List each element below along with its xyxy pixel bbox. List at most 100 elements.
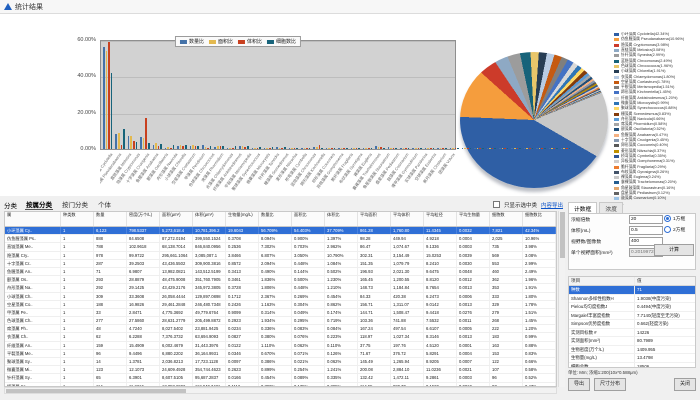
size-distribution-button[interactable]: 尺寸分布 bbox=[594, 378, 626, 391]
bar-group bbox=[140, 41, 149, 149]
result-row[interactable]: 生物量(mg/L)13.4798 bbox=[569, 354, 695, 363]
scrollbar-thumb[interactable] bbox=[560, 212, 565, 258]
table-cell: 0.380% bbox=[259, 333, 292, 340]
table-cell: 隐藻属 Cry.. bbox=[5, 252, 61, 259]
show-only-checkbox[interactable] bbox=[493, 201, 500, 208]
table-cell: 1.91% bbox=[523, 284, 556, 291]
bar bbox=[536, 148, 538, 149]
bar bbox=[153, 145, 155, 149]
result-value: 80.7989 bbox=[635, 337, 695, 345]
table-cell: 0.0007 bbox=[457, 358, 490, 365]
table-cell: 2.367% bbox=[259, 293, 292, 300]
bar bbox=[247, 146, 249, 149]
table-cell: 1 bbox=[61, 317, 94, 324]
radio-icon[interactable] bbox=[664, 226, 671, 233]
radio-option[interactable]: 2方框 bbox=[664, 226, 694, 233]
table-row[interactable]: 色球藻属 Ch..127727.586028,631.2779205,499.8… bbox=[5, 317, 556, 325]
legend-swatch-icon bbox=[614, 176, 619, 179]
result-row[interactable]: 细胞总数18506 bbox=[569, 363, 695, 369]
table-row[interactable]: 颤藻属 Os..129328.887948,475.9008351,760.79… bbox=[5, 276, 556, 284]
bar bbox=[190, 146, 192, 149]
legend-swatch-icon bbox=[614, 44, 619, 47]
bar bbox=[217, 146, 219, 149]
bar bbox=[272, 147, 274, 149]
table-row[interactable]: 纤维藻属 An..115915.49096,002.467931,443.397… bbox=[5, 342, 556, 350]
table-cell: 497.54 bbox=[391, 325, 424, 332]
bar bbox=[254, 148, 256, 149]
table-row[interactable]: 隐藻属 Cry..197899.9722295,661.10643,085,08… bbox=[5, 252, 556, 260]
radio-option[interactable]: 1方框 bbox=[664, 215, 694, 222]
close-button[interactable]: 关闭 bbox=[674, 378, 696, 391]
result-item: Simpson优势度指数 bbox=[569, 320, 635, 328]
show-only-label: 只显示选中类 bbox=[504, 201, 537, 209]
table-cell: 1 bbox=[61, 333, 94, 340]
table-row[interactable]: 直链藻属 Me..1788102.961868,138.7014846,840.… bbox=[5, 243, 556, 251]
tab-按属分类[interactable]: 按属分类 bbox=[25, 199, 53, 210]
bar bbox=[264, 148, 266, 149]
bar bbox=[133, 141, 135, 149]
calculate-button[interactable]: 计算 bbox=[654, 244, 694, 256]
table-cell: 293 bbox=[94, 276, 127, 283]
table-row[interactable]: 小环藻属 Cy..16,123798.53375,273,618.410,781… bbox=[5, 227, 556, 235]
bar bbox=[507, 148, 509, 149]
result-row[interactable]: 生物密度(万个/L)1409.955 bbox=[569, 346, 695, 355]
radio-icon[interactable] bbox=[664, 215, 671, 222]
panel-tab-浓度[interactable]: 浓度 bbox=[599, 202, 623, 213]
legend-label: 隐藻属 Cryptomonas(3.98%) bbox=[621, 43, 669, 48]
table-row[interactable]: 空星藻属 Co..118816.982629,461.2848246,480.7… bbox=[5, 301, 556, 309]
result-row[interactable]: Margalef丰富度指数7.7140(轻度至无污染) bbox=[569, 312, 695, 321]
result-row[interactable]: 实测面积(mm²)80.7989 bbox=[569, 337, 695, 346]
content-export-link[interactable]: 内容导出 bbox=[541, 201, 563, 209]
legend-swatch-icon bbox=[614, 181, 619, 184]
result-row[interactable]: 实测目标数 #14226 bbox=[569, 329, 695, 338]
table-row[interactable]: 甲藻属 Pe..1332.84714,775.369249,779.67640.… bbox=[5, 309, 556, 317]
bar bbox=[393, 148, 395, 149]
table-row[interactable]: 十字藻属 Cr..128739.250343,436.5502309,900.3… bbox=[5, 260, 556, 268]
table-row[interactable]: 衣藻属 Ch..1626.22887,376.373263,694.90930.… bbox=[5, 333, 556, 341]
scrollbar-thumb[interactable] bbox=[6, 389, 186, 393]
result-value: 0.4494(中度污染) bbox=[635, 303, 695, 311]
result-value: 18506 bbox=[635, 363, 695, 369]
tab-按门分类[interactable]: 按门分类 bbox=[61, 199, 89, 210]
table-vertical-scrollbar[interactable] bbox=[558, 211, 565, 387]
table-row[interactable]: 席藻属 Ph..1484.72408,027.540223,881.94250.… bbox=[5, 325, 556, 333]
result-row[interactable]: Pielou均匀度指数J0.4494(中度污染) bbox=[569, 303, 695, 312]
table-cell: 1.836% bbox=[259, 276, 292, 283]
bar bbox=[519, 148, 521, 149]
table-cell: 2.49% bbox=[523, 268, 556, 275]
field-input[interactable]: 0.5 bbox=[629, 226, 663, 235]
column-header: 平均粒径 bbox=[424, 212, 457, 226]
table-cell: 87,272.0194 bbox=[160, 235, 193, 242]
result-row[interactable]: Simpson优势度指数0.662(轻度污染) bbox=[569, 320, 695, 329]
table-cell: 0.0004 bbox=[457, 235, 490, 242]
panel-tab-计数框[interactable]: 计数框 bbox=[568, 202, 597, 213]
bar-group bbox=[524, 41, 533, 149]
tab-个体[interactable]: 个体 bbox=[97, 199, 112, 210]
export-button[interactable]: 导出 bbox=[568, 378, 590, 391]
column-header: 面积比 bbox=[292, 212, 325, 226]
bar bbox=[346, 148, 348, 149]
table-cell: 9.6475 bbox=[424, 268, 457, 275]
result-row[interactable]: 种数71 bbox=[569, 286, 695, 295]
table-cell: 0.0005 bbox=[457, 325, 490, 332]
legend-swatch-icon bbox=[238, 40, 245, 44]
table-row[interactable]: 针杆藻属 Sy..1656.39018,607.510595,687.28370… bbox=[5, 374, 556, 382]
table-row[interactable]: 微囊藻属 Mi..112312.107324,609.4928354,744.4… bbox=[5, 366, 556, 374]
result-row[interactable]: Shannon多样性指数H1.9038(中度污染) bbox=[569, 295, 695, 304]
table-cell: 222 bbox=[490, 325, 523, 332]
table-cell: 1.210% bbox=[325, 284, 358, 291]
table-cell: 24,609.4928 bbox=[160, 366, 193, 373]
column-header: 数量比 bbox=[259, 212, 292, 226]
table-row[interactable]: 平裂藻属 Me..1969.44966,880.220236,164.99310… bbox=[5, 350, 556, 358]
bar bbox=[408, 148, 410, 149]
field-input[interactable]: 20 bbox=[629, 215, 663, 224]
table-row[interactable]: 鱼腥藻属 An..1716.980713,982.0821143,512.519… bbox=[5, 268, 556, 276]
table-row[interactable]: 舟形藻属 Na..129229.142543,429.2176345,972.3… bbox=[5, 284, 556, 292]
table-row[interactable]: 小球藻属 Ch..130933.360826,058.4444129,897.0… bbox=[5, 293, 556, 301]
table-horizontal-scrollbar[interactable] bbox=[4, 387, 557, 394]
legend-label: 异极藻属 Gomphonema(0.31%) bbox=[621, 159, 675, 164]
table-row[interactable]: 伪鱼腥藻属 Ps..188884.650887,272.0194399,550.… bbox=[5, 235, 556, 243]
legend-swatch-icon bbox=[614, 60, 619, 63]
table-row[interactable]: 聚球藻属 Sy..1141.37812,036.821317,723.11280… bbox=[5, 358, 556, 366]
bar bbox=[529, 148, 531, 149]
